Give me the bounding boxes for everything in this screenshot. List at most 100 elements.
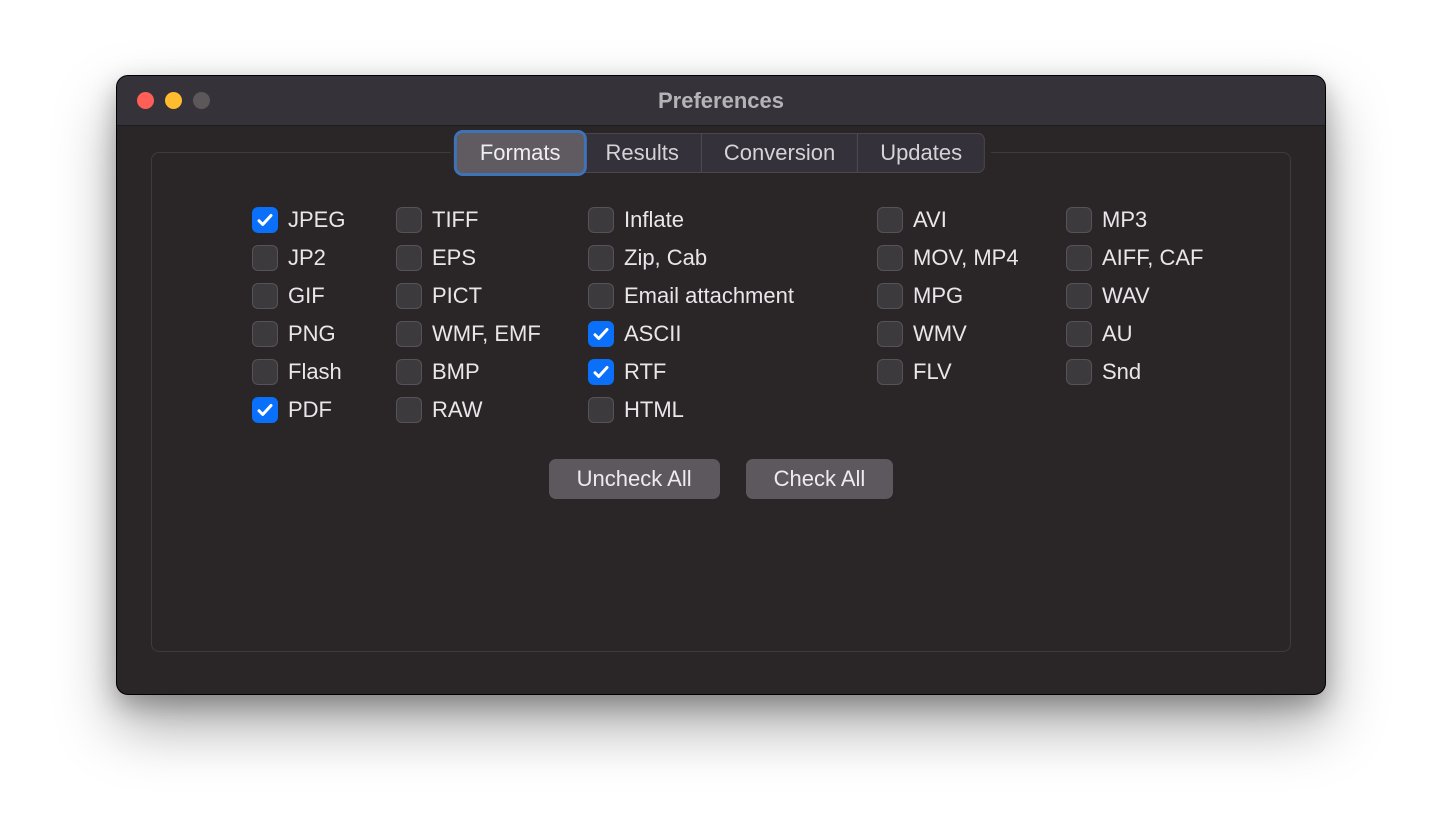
checkbox-icon[interactable] [877, 207, 903, 233]
checkbox-icon[interactable] [396, 359, 422, 385]
format-checkbox-rtf[interactable]: RTF [588, 359, 863, 385]
checkbox-label: GIF [288, 283, 325, 309]
checkbox-label: JP2 [288, 245, 326, 271]
checkbox-icon[interactable] [252, 321, 278, 347]
tab-updates[interactable]: Updates [858, 134, 984, 172]
checkbox-icon[interactable] [588, 207, 614, 233]
checkbox-icon[interactable] [252, 359, 278, 385]
checkbox-icon[interactable] [396, 397, 422, 423]
format-checkbox-flv[interactable]: FLV [877, 359, 1052, 385]
checkbox-label: RTF [624, 359, 666, 385]
minimize-icon[interactable] [165, 92, 182, 109]
checkbox-label: AU [1102, 321, 1133, 347]
format-checkbox-inflate[interactable]: Inflate [588, 207, 863, 233]
window-body: Formats Results Conversion Updates JPEGJ… [117, 126, 1325, 686]
uncheck-all-button[interactable]: Uncheck All [549, 459, 720, 499]
checkbox-icon[interactable] [396, 283, 422, 309]
format-checkbox-pdf[interactable]: PDF [252, 397, 382, 423]
format-columns: JPEG JP2 GIF PNG Flash PDF TIFF EPS PICT WMF, EM… [252, 207, 1250, 423]
checkbox-icon[interactable] [1066, 283, 1092, 309]
tabs-container: Formats Results Conversion Updates [451, 133, 991, 173]
checkbox-label: WMF, EMF [432, 321, 541, 347]
checkbox-icon[interactable] [252, 283, 278, 309]
tab-formats[interactable]: Formats [457, 133, 584, 173]
format-checkbox-wmv[interactable]: WMV [877, 321, 1052, 347]
tab-results[interactable]: Results [584, 134, 702, 172]
checkbox-label: Email attachment [624, 283, 794, 309]
tabs: Formats Results Conversion Updates [457, 133, 985, 173]
format-checkbox-mpg[interactable]: MPG [877, 283, 1052, 309]
format-col-1: JPEG JP2 GIF PNG Flash PDF [252, 207, 382, 423]
format-checkbox-eps[interactable]: EPS [396, 245, 574, 271]
format-col-3: Inflate Zip, Cab Email attachment ASCII RTF H… [588, 207, 863, 423]
checkbox-icon[interactable] [396, 245, 422, 271]
checkbox-label: Inflate [624, 207, 684, 233]
checkbox-icon[interactable] [1066, 321, 1092, 347]
format-checkbox-mp3[interactable]: MP3 [1066, 207, 1236, 233]
format-checkbox-gif[interactable]: GIF [252, 283, 382, 309]
format-checkbox-tiff[interactable]: TIFF [396, 207, 574, 233]
checkbox-label: PICT [432, 283, 482, 309]
checkbox-label: AIFF, CAF [1102, 245, 1203, 271]
format-col-2: TIFF EPS PICT WMF, EMF BMP RAW [396, 207, 574, 423]
format-checkbox-avi[interactable]: AVI [877, 207, 1052, 233]
checkbox-label: MP3 [1102, 207, 1147, 233]
checkbox-label: AVI [913, 207, 947, 233]
format-checkbox-png[interactable]: PNG [252, 321, 382, 347]
checkbox-icon[interactable] [588, 245, 614, 271]
checkbox-label: MOV, MP4 [913, 245, 1019, 271]
checkbox-icon[interactable] [396, 207, 422, 233]
checkbox-icon[interactable] [1066, 359, 1092, 385]
checkbox-icon[interactable] [252, 245, 278, 271]
checkbox-icon[interactable] [252, 207, 278, 233]
format-checkbox-ascii[interactable]: ASCII [588, 321, 863, 347]
maximize-icon[interactable] [193, 92, 210, 109]
checkbox-label: PDF [288, 397, 332, 423]
checkbox-label: RAW [432, 397, 483, 423]
checkbox-label: PNG [288, 321, 336, 347]
checkbox-label: FLV [913, 359, 952, 385]
checkbox-icon[interactable] [588, 283, 614, 309]
format-checkbox-au[interactable]: AU [1066, 321, 1236, 347]
checkbox-label: Snd [1102, 359, 1141, 385]
format-checkbox-flash[interactable]: Flash [252, 359, 382, 385]
format-checkbox-bmp[interactable]: BMP [396, 359, 574, 385]
formats-group: Formats Results Conversion Updates JPEGJ… [151, 152, 1291, 652]
format-checkbox-wav[interactable]: WAV [1066, 283, 1236, 309]
window-controls [117, 92, 210, 109]
format-col-4: AVI MOV, MP4 MPG WMV FLV [877, 207, 1052, 423]
checkbox-icon[interactable] [877, 359, 903, 385]
format-checkbox-wmf-emf[interactable]: WMF, EMF [396, 321, 574, 347]
window-title: Preferences [117, 88, 1325, 114]
checkbox-icon[interactable] [588, 359, 614, 385]
checkbox-label: HTML [624, 397, 684, 423]
format-checkbox-pict[interactable]: PICT [396, 283, 574, 309]
checkbox-icon[interactable] [252, 397, 278, 423]
checkbox-icon[interactable] [877, 283, 903, 309]
check-all-button[interactable]: Check All [746, 459, 894, 499]
close-icon[interactable] [137, 92, 154, 109]
format-checkbox-aiff-caf[interactable]: AIFF, CAF [1066, 245, 1236, 271]
checkbox-icon[interactable] [588, 321, 614, 347]
tab-conversion[interactable]: Conversion [702, 134, 858, 172]
checkbox-icon[interactable] [396, 321, 422, 347]
checkbox-icon[interactable] [1066, 207, 1092, 233]
preferences-window: Preferences Formats Results Conversion U… [116, 75, 1326, 695]
format-checkbox-zip-cab[interactable]: Zip, Cab [588, 245, 863, 271]
format-checkbox-jp2[interactable]: JP2 [252, 245, 382, 271]
checkbox-label: JPEG [288, 207, 345, 233]
format-checkbox-email-attachment[interactable]: Email attachment [588, 283, 863, 309]
checkbox-icon[interactable] [1066, 245, 1092, 271]
format-checkbox-jpeg[interactable]: JPEG [252, 207, 382, 233]
format-checkbox-html[interactable]: HTML [588, 397, 863, 423]
checkbox-label: Zip, Cab [624, 245, 707, 271]
format-checkbox-snd[interactable]: Snd [1066, 359, 1236, 385]
format-checkbox-raw[interactable]: RAW [396, 397, 574, 423]
checkbox-icon[interactable] [877, 321, 903, 347]
checkbox-icon[interactable] [588, 397, 614, 423]
checkbox-label: EPS [432, 245, 476, 271]
format-checkbox-mov-mp4[interactable]: MOV, MP4 [877, 245, 1052, 271]
checkbox-label: BMP [432, 359, 480, 385]
button-row: Uncheck All Check All [192, 459, 1250, 499]
checkbox-icon[interactable] [877, 245, 903, 271]
